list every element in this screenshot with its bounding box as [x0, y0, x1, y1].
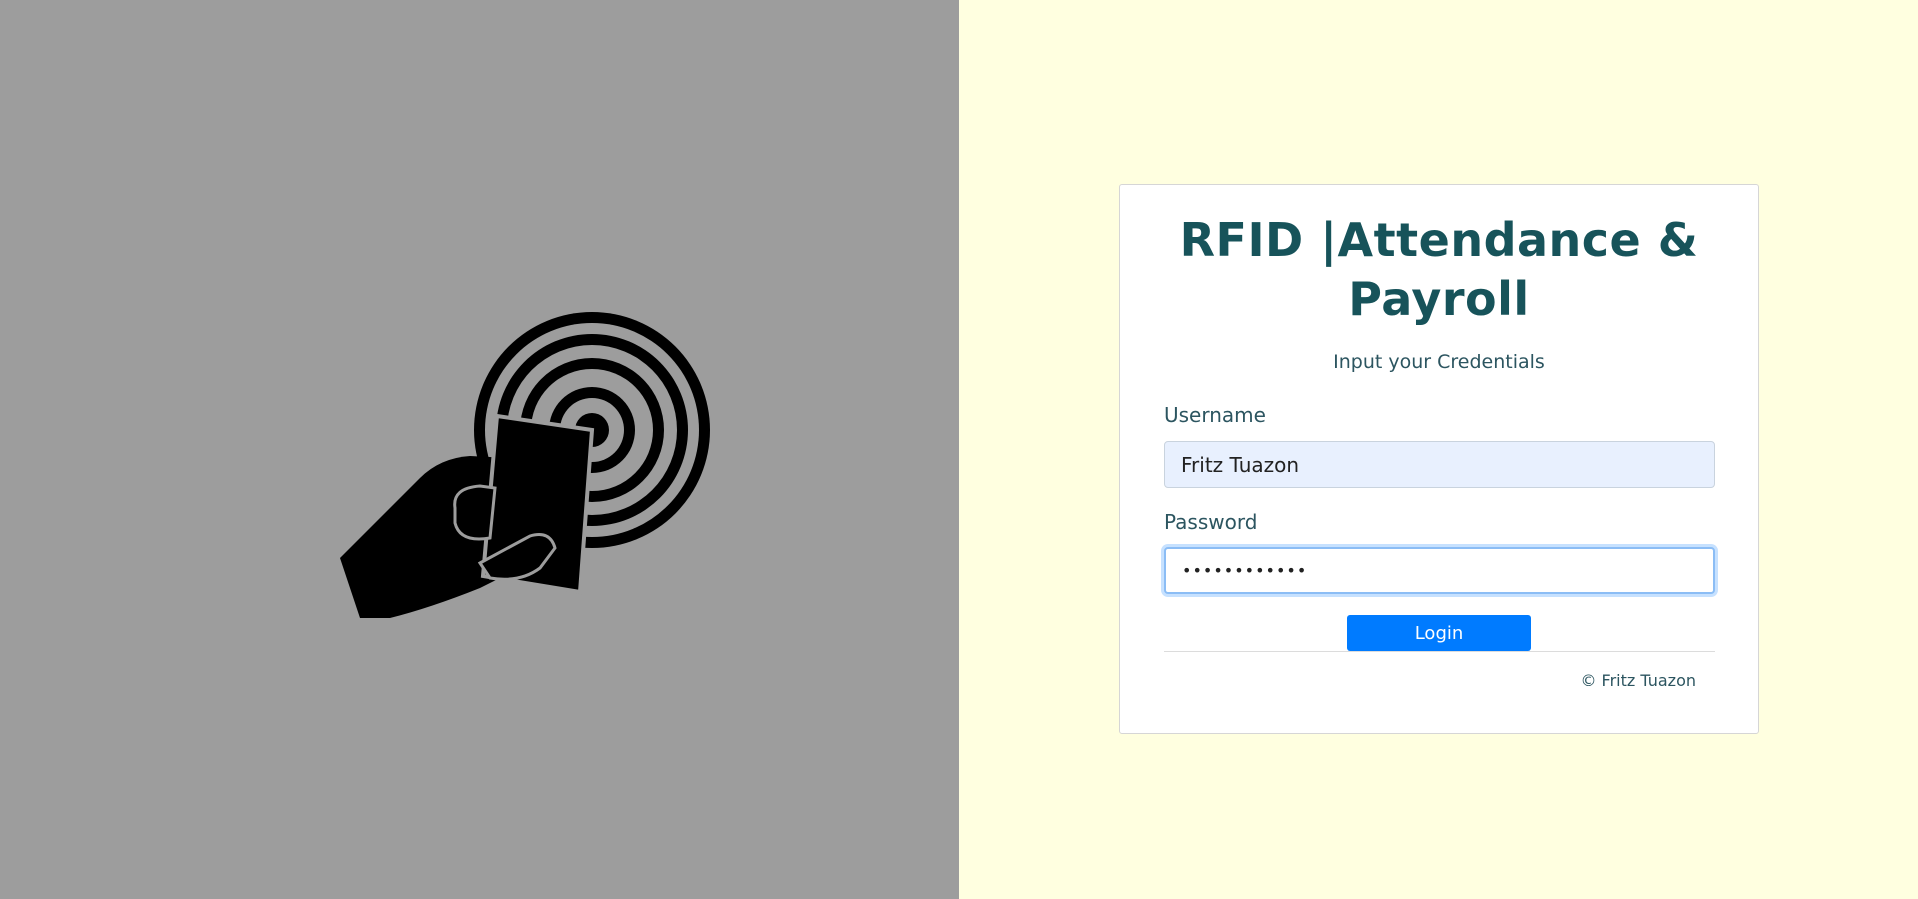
page-title: RFID |Attendance & Payroll [1179, 213, 1699, 326]
login-button[interactable]: Login [1347, 615, 1531, 651]
divider [1164, 651, 1715, 652]
login-subtitle: Input your Credentials [1333, 351, 1545, 373]
login-card: RFID |Attendance & Payroll Input your Cr… [1119, 184, 1759, 734]
username-input[interactable] [1164, 441, 1715, 488]
password-label: Password [1164, 510, 1258, 534]
form-panel: RFID |Attendance & Payroll Input your Cr… [959, 0, 1918, 899]
login-page: RFID |Attendance & Payroll Input your Cr… [0, 0, 1918, 899]
brand-panel [0, 0, 959, 899]
password-input[interactable] [1164, 547, 1715, 594]
copyright-text: © Fritz Tuazon [1580, 671, 1696, 690]
rfid-hand-card-icon [340, 308, 720, 626]
username-label: Username [1164, 403, 1266, 427]
